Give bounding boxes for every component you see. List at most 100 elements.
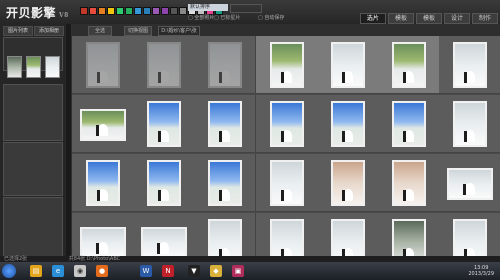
netflix-icon[interactable]: N (162, 265, 174, 277)
add-album-button[interactable]: 添加相册 (34, 26, 64, 36)
app-window: 开贝影擎 V8 默认排序 ▢ 全部照片 ▢ 已标星片 ▢ 自动保存 选片 模板 模… (0, 0, 500, 262)
photo-thumbnail[interactable] (86, 160, 120, 206)
photo-thumbnail[interactable] (269, 160, 304, 206)
switch-view-button[interactable]: 切换视图 (124, 26, 152, 36)
photo-thumbnail[interactable] (392, 42, 426, 88)
photo-cell[interactable] (378, 95, 440, 153)
checkbox-starred[interactable]: ▢ 已标星片 (214, 14, 240, 21)
photo-thumbnail[interactable] (392, 101, 426, 147)
checkbox-autosave[interactable]: ▢ 自动保存 (258, 14, 284, 21)
photo-thumbnail[interactable] (141, 227, 188, 259)
browser-icon[interactable]: e (52, 265, 64, 277)
photo-thumbnail[interactable] (453, 42, 488, 88)
photo-cell[interactable] (194, 154, 257, 212)
color-swatch[interactable] (143, 7, 151, 15)
tab-make[interactable]: 制作 (471, 13, 498, 24)
photo-thumbnail[interactable] (208, 42, 243, 88)
tab-design[interactable]: 设计 (443, 13, 470, 24)
media-icon[interactable]: ◉ (74, 265, 86, 277)
tab-select[interactable]: 选片 (359, 13, 386, 24)
photo-cell[interactable] (378, 154, 440, 212)
tab-template-2[interactable]: 模板 (415, 13, 442, 24)
album-thumb[interactable] (7, 56, 22, 78)
color-swatch[interactable] (107, 7, 115, 15)
photo-cell[interactable] (194, 213, 257, 262)
photo-cell[interactable] (133, 95, 196, 153)
word-icon[interactable]: W (140, 265, 152, 277)
tab-template[interactable]: 模板 (387, 13, 414, 24)
photo-cell[interactable] (194, 95, 257, 153)
groom-figure (219, 190, 223, 201)
sidebar-scrollbar[interactable] (66, 24, 71, 262)
photo-thumbnail[interactable] (447, 168, 494, 200)
photo-thumbnail[interactable] (147, 101, 182, 147)
checkbox-all-photos[interactable]: ▢ 全部照片 (188, 14, 214, 21)
photo-cell[interactable] (316, 95, 379, 153)
photo-cell[interactable] (316, 36, 379, 94)
start-button[interactable] (2, 264, 16, 278)
photo-cell[interactable] (316, 154, 379, 212)
app-icon[interactable]: ▼ (188, 265, 200, 277)
color-swatch[interactable] (89, 7, 97, 15)
photo-thumbnail[interactable] (330, 101, 365, 147)
album-preview[interactable] (3, 37, 63, 78)
select-all-button[interactable]: 全选 (88, 26, 112, 36)
layout-slot[interactable] (3, 197, 63, 259)
photo-thumbnail[interactable] (330, 42, 365, 88)
color-swatch[interactable] (170, 7, 178, 15)
photo-cell[interactable] (133, 154, 196, 212)
photo-cell[interactable] (439, 154, 500, 212)
system-clock[interactable]: 13:09 2013/3/29 (468, 265, 494, 277)
firefox-icon[interactable]: ● (96, 265, 108, 277)
photo-thumbnail[interactable] (80, 227, 126, 259)
photo-cell[interactable] (255, 95, 318, 153)
photo-thumbnail[interactable] (392, 160, 426, 206)
photo-cell[interactable] (133, 213, 196, 262)
music-icon[interactable]: ◆ (210, 265, 222, 277)
path-field[interactable]: D:\婚纱\客户\张三 (158, 26, 200, 42)
photo-cell[interactable] (72, 95, 134, 153)
photo-cell[interactable] (194, 36, 257, 94)
color-swatch[interactable] (80, 7, 88, 15)
photo-thumbnail[interactable] (208, 101, 243, 147)
album-thumb[interactable] (45, 56, 60, 78)
photo-cell[interactable] (255, 154, 318, 212)
photo-cell[interactable] (72, 213, 134, 262)
photo-cell[interactable] (255, 36, 318, 94)
photo-thumbnail[interactable] (147, 160, 182, 206)
photo-cell[interactable] (378, 213, 440, 262)
color-swatch[interactable] (152, 7, 160, 15)
photo-cell[interactable] (255, 213, 318, 262)
layout-slot[interactable] (3, 142, 63, 196)
layout-slot[interactable] (3, 84, 63, 141)
explorer-icon[interactable]: ▤ (30, 265, 42, 277)
app2-icon[interactable]: ▣ (232, 265, 244, 277)
photo-thumbnail[interactable] (269, 101, 304, 147)
color-swatch[interactable] (98, 7, 106, 15)
photo-thumbnail[interactable] (453, 101, 488, 147)
sort-select[interactable]: 默认排序 (188, 4, 228, 11)
photo-cell[interactable] (133, 36, 196, 94)
color-swatch[interactable] (134, 7, 142, 15)
image-list-button[interactable]: 图片列表 (3, 26, 33, 36)
photo-cell[interactable] (439, 213, 500, 262)
photo-cell[interactable] (72, 154, 134, 212)
color-swatch[interactable] (179, 7, 187, 15)
album-thumb[interactable] (26, 56, 41, 78)
photo-cell[interactable] (316, 213, 379, 262)
color-swatch[interactable] (161, 7, 169, 15)
photo-thumbnail[interactable] (86, 42, 120, 88)
photo-cell[interactable] (72, 36, 134, 94)
photo-thumbnail[interactable] (330, 160, 365, 206)
color-swatch[interactable] (125, 7, 133, 15)
color-swatch[interactable] (116, 7, 124, 15)
search-input[interactable] (230, 4, 262, 13)
photo-cell[interactable] (439, 95, 500, 153)
photo-thumbnail[interactable] (80, 109, 126, 141)
photo-thumbnail[interactable] (269, 42, 304, 88)
photo-thumbnail[interactable] (208, 160, 243, 206)
bride-figure (159, 242, 170, 254)
photo-cell[interactable] (378, 36, 440, 94)
photo-thumbnail[interactable] (147, 42, 182, 88)
photo-cell[interactable] (439, 36, 500, 94)
